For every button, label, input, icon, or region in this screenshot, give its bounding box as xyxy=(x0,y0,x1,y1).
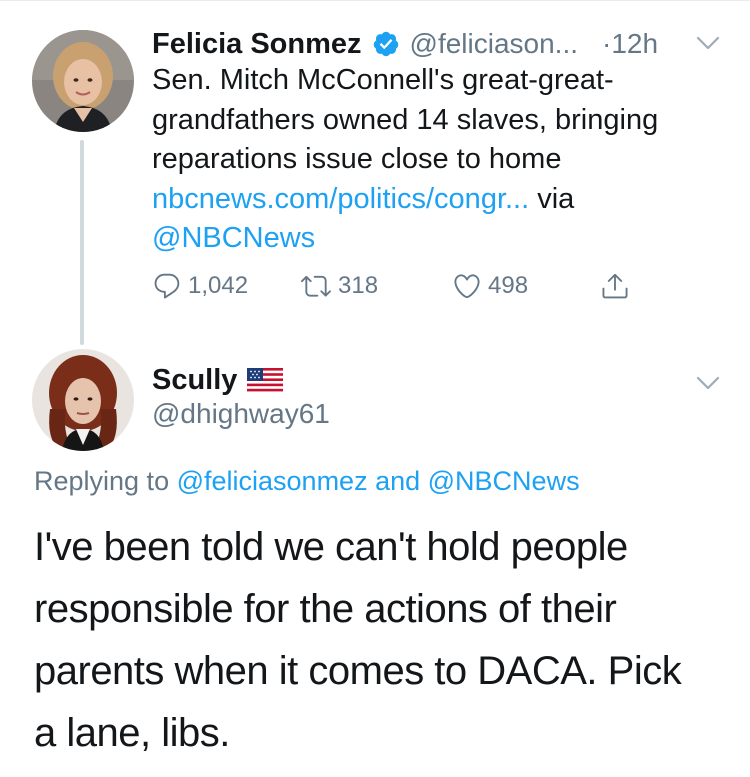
retweet-count: 318 xyxy=(338,272,379,299)
article-link[interactable]: nbcnews.com/politics/congr... xyxy=(152,183,529,215)
replying-prefix: Replying to xyxy=(34,466,177,496)
reply-count: 1,042 xyxy=(188,272,249,299)
reply-icon xyxy=(154,273,180,299)
tweet-text: Sen. Mitch McConnell's great-great- gran… xyxy=(152,61,722,259)
reply-text-line: responsible for the actions of their xyxy=(34,587,617,631)
retweet-icon xyxy=(301,275,331,297)
reply-text-line: a lane, libs. xyxy=(34,711,230,755)
like-button[interactable]: 498 xyxy=(452,266,528,306)
retweet-button[interactable]: 318 xyxy=(300,266,378,306)
mention-nbcnews[interactable]: @NBCNews xyxy=(428,466,580,496)
author-name[interactable]: Felicia Sonmez xyxy=(152,28,362,61)
time-label: 12h xyxy=(611,28,659,59)
mention-feliciasonmez[interactable]: @feliciasonmez xyxy=(177,466,368,496)
tweet-header: Felicia Sonmez @feliciason... ·12h xyxy=(152,24,658,64)
reply-button[interactable]: 1,042 xyxy=(152,266,248,306)
us-flag-icon xyxy=(247,368,284,392)
tweet-text-line: grandfathers owned 14 slaves, bringing xyxy=(152,103,659,136)
avatar[interactable] xyxy=(32,349,134,451)
avatar-scully-image xyxy=(32,349,134,451)
tweet-text-line: reparations issue close to home xyxy=(152,143,562,175)
author-handle[interactable]: @feliciason... xyxy=(410,28,579,60)
verified-badge-icon xyxy=(372,30,400,58)
time-separator: · xyxy=(602,28,612,59)
tweet-text-line: Sen. Mitch McConnell's great-great- xyxy=(152,64,614,96)
chevron-down-icon[interactable] xyxy=(693,32,723,54)
like-count: 498 xyxy=(488,272,529,299)
mention-nbcnews[interactable]: @NBCNews xyxy=(152,222,315,254)
reply-text-line: I've been told we can't hold people xyxy=(34,525,628,569)
author-handle[interactable]: @dhighway61 xyxy=(152,398,330,430)
reply-text-line: parents when it comes to DACA. Pick xyxy=(34,649,682,693)
replying-to: Replying to @feliciasonmez and @NBCNews xyxy=(34,466,580,497)
top-divider xyxy=(0,0,750,1)
chevron-down-icon[interactable] xyxy=(693,372,723,394)
reply-text: I've been told we can't hold people resp… xyxy=(34,516,724,764)
share-icon xyxy=(602,273,628,299)
via-text: via xyxy=(529,182,575,215)
author-name[interactable]: Scully xyxy=(152,364,237,397)
avatar-felicia-image xyxy=(32,30,134,132)
avatar[interactable] xyxy=(32,30,134,132)
share-button[interactable] xyxy=(600,266,630,306)
heart-icon xyxy=(454,274,480,299)
thread-connector-line xyxy=(80,140,84,345)
reply-author: Scully xyxy=(152,360,284,400)
timestamp[interactable]: ·12h xyxy=(602,28,658,60)
replying-and[interactable]: and xyxy=(368,466,428,496)
